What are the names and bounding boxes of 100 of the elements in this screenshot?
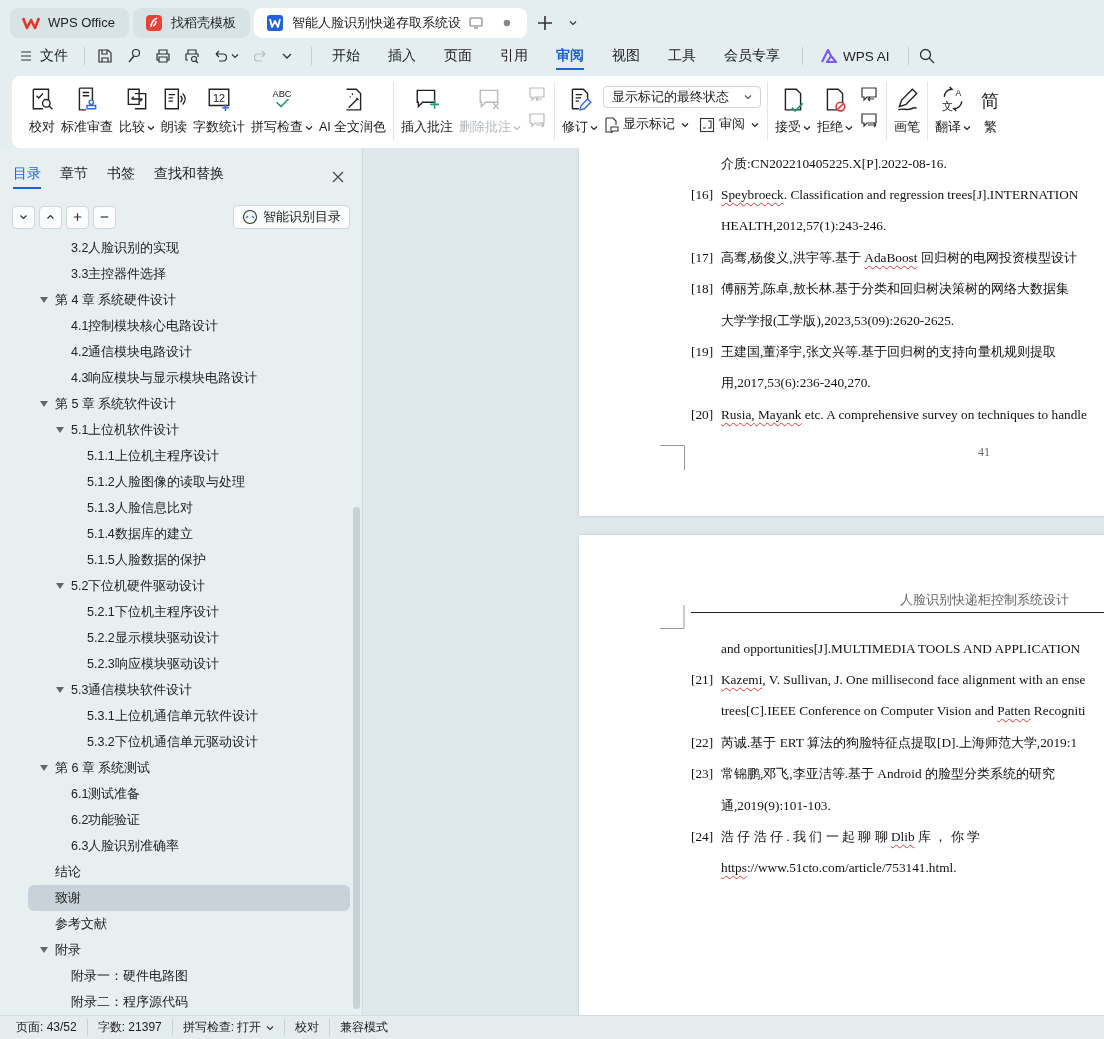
toc-item[interactable]: 5.1.3人脸信息比对	[28, 495, 350, 521]
pane-tab[interactable]: 目录	[13, 165, 41, 189]
toc-item[interactable]: 参考文献	[28, 911, 350, 937]
toc-item[interactable]: 5.2.1下位机主程序设计	[28, 599, 350, 625]
previous-comment-button[interactable]	[860, 86, 879, 104]
close-icon[interactable]	[332, 171, 344, 183]
pane-tab[interactable]: 章节	[60, 165, 88, 189]
ribbon-button[interactable]: 审阅	[699, 116, 760, 133]
document-logo-icon	[265, 13, 284, 32]
ribbon-tab[interactable]: 插入	[374, 40, 430, 72]
reference-text: Speybroeck. Classification and regression trees[J].INTERNATION	[721, 187, 1079, 204]
ribbon-button[interactable]: 校对	[26, 82, 58, 140]
add-level-button[interactable]	[66, 205, 89, 229]
reference-text: 通,2019(9):101-103.	[721, 796, 831, 815]
window-tab[interactable]: 找稻壳模板	[132, 7, 250, 38]
window-tab[interactable]: 智能人脸识别快递存取系统设	[253, 7, 527, 38]
pane-tab[interactable]: 查找和替换	[154, 165, 224, 189]
toc-item[interactable]: 6.1测试准备	[28, 781, 350, 807]
scrollbar-thumb[interactable]	[352, 507, 360, 1009]
wps-ai-button[interactable]: WPS AI	[811, 48, 900, 64]
reference-text: Kazemi, V. Sullivan, J. One millisecond face alignment with an ense	[721, 672, 1086, 689]
comment-right-arrow-icon	[860, 112, 879, 130]
ribbon-button[interactable]: 简 繁	[974, 82, 1007, 140]
toc-item[interactable]: 5.3.2下位机通信单元驱动设计	[28, 729, 350, 755]
toc-item[interactable]: 4.2通信模块电路设计	[28, 339, 350, 365]
ribbon-tab[interactable]: 工具	[654, 40, 710, 72]
toc-item[interactable]: 附录一：硬件电路图	[28, 963, 350, 989]
print-icon[interactable]	[155, 48, 171, 64]
toc-item[interactable]: 第 6 章 系统测试	[28, 755, 350, 781]
window-tab[interactable]: WPS Office	[10, 7, 129, 38]
ribbon-button[interactable]: 显示标记	[603, 116, 690, 133]
status-item[interactable]: 拼写检查: 打开	[172, 1019, 286, 1036]
toc-item[interactable]: 4.3响应模块与显示模块电路设计	[28, 365, 350, 391]
save-icon[interactable]	[97, 48, 113, 64]
ribbon-button[interactable]: AI 全文润色	[316, 82, 390, 140]
toc-item[interactable]: 4.1控制模块核心电路设计	[28, 313, 350, 339]
new-tab-icon[interactable]	[536, 14, 553, 31]
ribbon-tab[interactable]: 页面	[430, 40, 486, 72]
ribbon-button[interactable]: 标准审查	[58, 82, 116, 140]
ribbon-tab[interactable]: 视图	[598, 40, 654, 72]
comment-right-arrow-icon	[528, 112, 547, 130]
ribbon-button[interactable]: 接受	[772, 82, 815, 140]
ribbon-button[interactable]: ABC 拼写检查	[248, 82, 316, 140]
smart-toc-button[interactable]: 智能识别目录	[233, 205, 350, 229]
ribbon-button[interactable]: 比较	[116, 82, 158, 140]
expand-triangle-icon[interactable]	[55, 685, 65, 695]
print-preview-icon[interactable]	[184, 48, 200, 64]
expand-triangle-icon[interactable]	[55, 425, 65, 435]
ribbon-button[interactable]: 插入批注	[398, 82, 457, 140]
ribbon-tab[interactable]: 会员专享	[710, 40, 794, 72]
document-markup-icon	[603, 116, 620, 133]
toc-item[interactable]: 5.2.2显示模块驱动设计	[28, 625, 350, 651]
caret-icon	[845, 123, 854, 132]
expand-triangle-icon[interactable]	[39, 763, 49, 773]
toc-item[interactable]: 5.1上位机软件设计	[28, 417, 350, 443]
expand-triangle-icon[interactable]	[39, 295, 49, 305]
remove-level-button[interactable]	[93, 205, 116, 229]
toc-item[interactable]: 3.2人脸识别的实现	[28, 235, 350, 261]
toc-item[interactable]: 6.3人脸识别准确率	[28, 833, 350, 859]
expand-triangle-icon[interactable]	[39, 399, 49, 409]
next-comment-button[interactable]	[860, 112, 879, 130]
toc-item[interactable]: 6.2功能验证	[28, 807, 350, 833]
ribbon-button[interactable]: A文 翻译	[932, 82, 975, 140]
ribbon-button[interactable]: 12 字数统计	[190, 82, 248, 140]
toc-item[interactable]: 致谢	[28, 885, 350, 911]
toc-item[interactable]: 第 4 章 系统硬件设计	[28, 287, 350, 313]
ribbon-tab[interactable]: 开始	[318, 40, 374, 72]
ribbon-tab[interactable]: 引用	[486, 40, 542, 72]
toc-item[interactable]: 5.1.4数据库的建立	[28, 521, 350, 547]
caret-icon	[751, 120, 760, 129]
comment-left-arrow-icon	[528, 86, 547, 104]
ribbon-button[interactable]: 朗读	[158, 82, 190, 140]
toc-item[interactable]: 结论	[28, 859, 350, 885]
expand-triangle-icon[interactable]	[55, 581, 65, 591]
toc-item[interactable]: 5.3.1上位机通信单元软件设计	[28, 703, 350, 729]
undo-icon[interactable]	[213, 48, 229, 64]
file-menu[interactable]: 文件	[16, 43, 72, 69]
toc-item[interactable]: 5.1.1上位机主程序设计	[28, 443, 350, 469]
toc-item[interactable]: 附录二：程序源代码	[28, 989, 350, 1015]
reference-text: 芮诚.基于 ERT 算法的狗脸特征点提取[D].上海师范大学,2019:1	[721, 733, 1078, 752]
toc-item[interactable]: 5.2下位机硬件驱动设计	[28, 573, 350, 599]
toc-item[interactable]: 5.1.5人脸数据的保护	[28, 547, 350, 573]
ribbon-button[interactable]: 画笔	[891, 82, 924, 140]
pane-tab[interactable]: 书签	[107, 165, 135, 189]
toc-item[interactable]: 5.2.3响应模块驱动设计	[28, 651, 350, 677]
status-item: 兼容模式	[339, 1019, 390, 1036]
ribbon-button[interactable]: 修订	[559, 82, 602, 140]
toc-item[interactable]: 3.3主控器件选择	[28, 261, 350, 287]
toc-item[interactable]: 第 5 章 系统软件设计	[28, 391, 350, 417]
caret-icon	[590, 123, 599, 132]
expand-triangle-icon[interactable]	[39, 945, 49, 955]
toc-item[interactable]: 5.3通信模块软件设计	[28, 677, 350, 703]
toc-item[interactable]: 5.1.2人脸图像的读取与处理	[28, 469, 350, 495]
toc-item[interactable]: 附录	[28, 937, 350, 963]
ribbon-tab[interactable]: 审阅	[542, 40, 598, 72]
search-icon[interactable]	[918, 48, 935, 64]
ai-logo-icon	[821, 49, 837, 63]
reference-number: [18]	[691, 281, 715, 298]
markup-dropdown[interactable]: 显示标记的最终状态	[603, 86, 762, 108]
ribbon-button[interactable]: 拒绝	[814, 82, 857, 140]
